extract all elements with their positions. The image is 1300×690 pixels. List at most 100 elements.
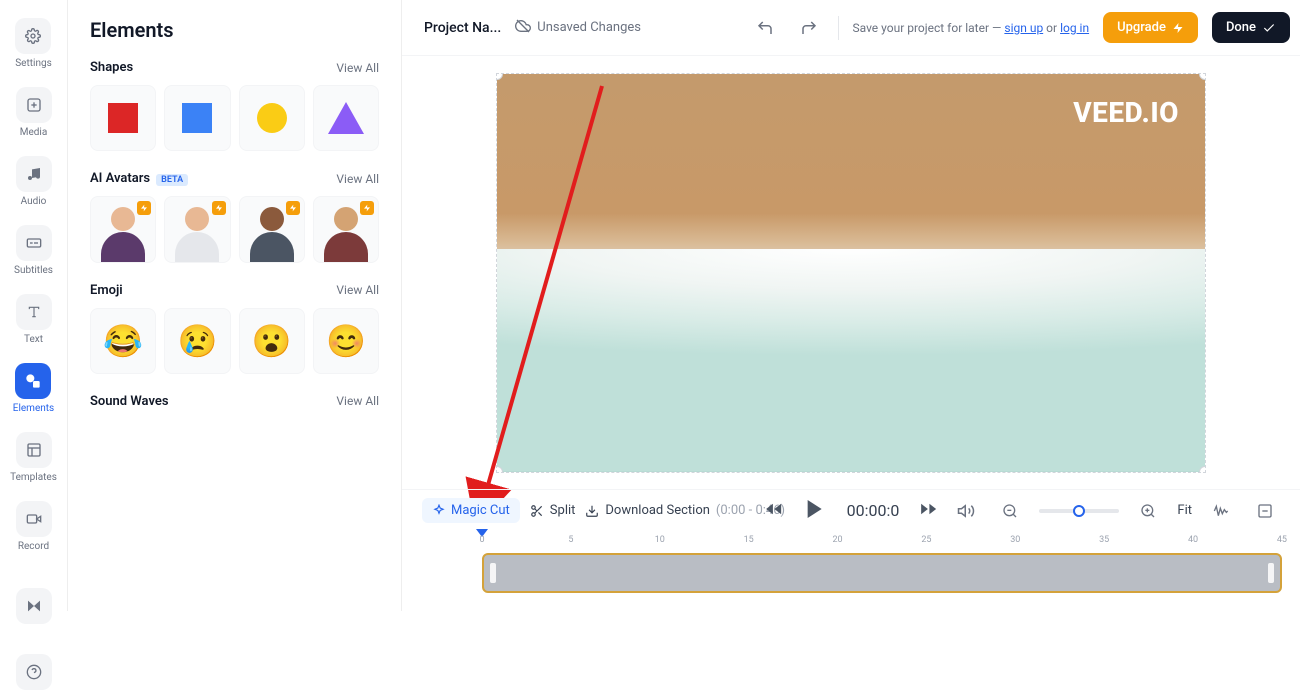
shape-square-blue[interactable]	[164, 85, 230, 151]
split-button[interactable]: Split	[530, 503, 576, 518]
avatar-3[interactable]	[239, 196, 305, 262]
shapes-view-all[interactable]: View All	[336, 61, 379, 75]
rail-help[interactable]	[16, 654, 52, 690]
timeline[interactable]: 0 5 10 15 20 25 30 35 40 45	[402, 531, 1300, 611]
plus-icon	[16, 87, 52, 123]
video-frame[interactable]: VEED.IO	[496, 73, 1206, 473]
zoom-out-button[interactable]	[995, 496, 1025, 526]
rail-templates[interactable]: Templates	[10, 432, 57, 483]
elements-icon	[15, 363, 51, 399]
templates-icon	[16, 432, 52, 468]
fit-button[interactable]: Fit	[1177, 503, 1192, 518]
volume-button[interactable]	[951, 496, 981, 526]
resize-handle-ml[interactable]	[496, 263, 497, 283]
magic-cut-button[interactable]: Magic Cut	[422, 498, 520, 523]
forward-button[interactable]	[919, 500, 937, 522]
resize-handle-tr[interactable]	[1199, 73, 1206, 80]
avatars-section: AI AvatarsBETA View All	[90, 171, 379, 262]
sparkle-icon	[432, 504, 446, 518]
text-icon	[16, 294, 52, 330]
timeline-ruler[interactable]: 0 5 10 15 20 25 30 35 40 45	[482, 531, 1290, 551]
rail-label: Media	[20, 127, 48, 138]
topbar: Project Na... Unsaved Changes Save your …	[402, 0, 1300, 56]
avatar-1[interactable]	[90, 196, 156, 262]
shapes-section: Shapes View All	[90, 60, 379, 151]
rail-record[interactable]: Record	[16, 501, 52, 552]
transition-icon	[16, 588, 52, 624]
clip-handle-left[interactable]	[490, 563, 496, 583]
clip-handle-right[interactable]	[1268, 563, 1274, 583]
timecode: 00:00:0	[847, 501, 900, 520]
shape-triangle-purple[interactable]	[313, 85, 379, 151]
soundwaves-title: Sound Waves	[90, 394, 169, 409]
gear-icon	[15, 18, 51, 54]
resize-handle-mr[interactable]	[1205, 263, 1206, 283]
zoom-in-button[interactable]	[1133, 496, 1163, 526]
emoji-wow[interactable]: 😮	[239, 308, 305, 374]
login-link[interactable]: log in	[1060, 21, 1089, 35]
left-rail: Settings Media Audio Subtitles Text Elem…	[0, 0, 68, 611]
watermark: VEED.IO	[1073, 96, 1179, 129]
subtitles-icon	[16, 225, 52, 261]
waveform-button[interactable]	[1206, 496, 1236, 526]
shape-circle-yellow[interactable]	[239, 85, 305, 151]
rail-settings[interactable]: Settings	[15, 18, 52, 69]
emoji-blush[interactable]: 😊	[313, 308, 379, 374]
unsaved-changes: Unsaved Changes	[515, 18, 641, 38]
emoji-title: Emoji	[90, 283, 123, 298]
soundwaves-view-all[interactable]: View All	[336, 394, 379, 408]
rail-label: Elements	[13, 403, 54, 414]
timeline-clip[interactable]	[482, 553, 1282, 593]
cloud-off-icon	[515, 18, 531, 38]
elements-panel: Elements Shapes View All AI AvatarsBETA …	[68, 0, 402, 611]
playbar: Magic Cut Split Download Section(0:00 - …	[402, 489, 1300, 531]
emoji-view-all[interactable]: View All	[336, 283, 379, 297]
avatars-view-all[interactable]: View All	[336, 172, 379, 186]
download-icon	[585, 504, 599, 518]
scissors-icon	[530, 504, 544, 518]
soundwaves-section: Sound Waves View All	[90, 394, 379, 419]
resize-handle-br[interactable]	[1199, 466, 1206, 473]
rail-label: Subtitles	[14, 265, 53, 276]
emoji-joy[interactable]: 😂	[90, 308, 156, 374]
rail-subtitles[interactable]: Subtitles	[14, 225, 53, 276]
rail-label: Text	[24, 334, 43, 345]
rewind-button[interactable]	[765, 500, 783, 522]
redo-button[interactable]	[794, 13, 824, 43]
done-button[interactable]: Done	[1212, 12, 1290, 43]
emoji-cry[interactable]: 😢	[164, 308, 230, 374]
rail-text[interactable]: Text	[16, 294, 52, 345]
rail-audio[interactable]: Audio	[16, 156, 52, 207]
shape-square-red[interactable]	[90, 85, 156, 151]
panel-title: Elements	[90, 18, 379, 42]
beta-badge: BETA	[156, 174, 188, 186]
bolt-icon	[137, 201, 151, 215]
rail-media[interactable]: Media	[16, 87, 52, 138]
rail-transitions[interactable]	[16, 588, 52, 624]
playback-controls: 00:00:0	[765, 497, 938, 525]
rail-elements[interactable]: Elements	[13, 363, 54, 414]
avatar-4[interactable]	[313, 196, 379, 262]
video-content	[497, 74, 1205, 472]
project-name[interactable]: Project Na...	[424, 20, 501, 36]
signup-link[interactable]: sign up	[1004, 21, 1043, 35]
undo-button[interactable]	[750, 13, 780, 43]
download-section-button[interactable]: Download Section(0:00 - 0:46)	[585, 503, 785, 518]
zoom-thumb[interactable]	[1073, 505, 1085, 517]
zoom-slider[interactable]	[1039, 509, 1119, 513]
help-icon	[16, 654, 52, 690]
canvas-area[interactable]: VEED.IO	[402, 56, 1300, 489]
save-message: Save your project for later — sign up or…	[853, 21, 1090, 35]
settings-button[interactable]	[1250, 496, 1280, 526]
bolt-icon	[360, 201, 374, 215]
main-area: Project Na... Unsaved Changes Save your …	[402, 0, 1300, 611]
rail-label: Settings	[15, 58, 52, 69]
emoji-section: Emoji View All 😂 😢 😮 😊	[90, 283, 379, 374]
avatars-title: AI AvatarsBETA	[90, 171, 188, 186]
play-button[interactable]	[803, 497, 827, 525]
upgrade-button[interactable]: Upgrade	[1103, 12, 1198, 43]
camera-icon	[16, 501, 52, 537]
bolt-icon	[212, 201, 226, 215]
avatar-2[interactable]	[164, 196, 230, 262]
rail-label: Audio	[21, 196, 47, 207]
